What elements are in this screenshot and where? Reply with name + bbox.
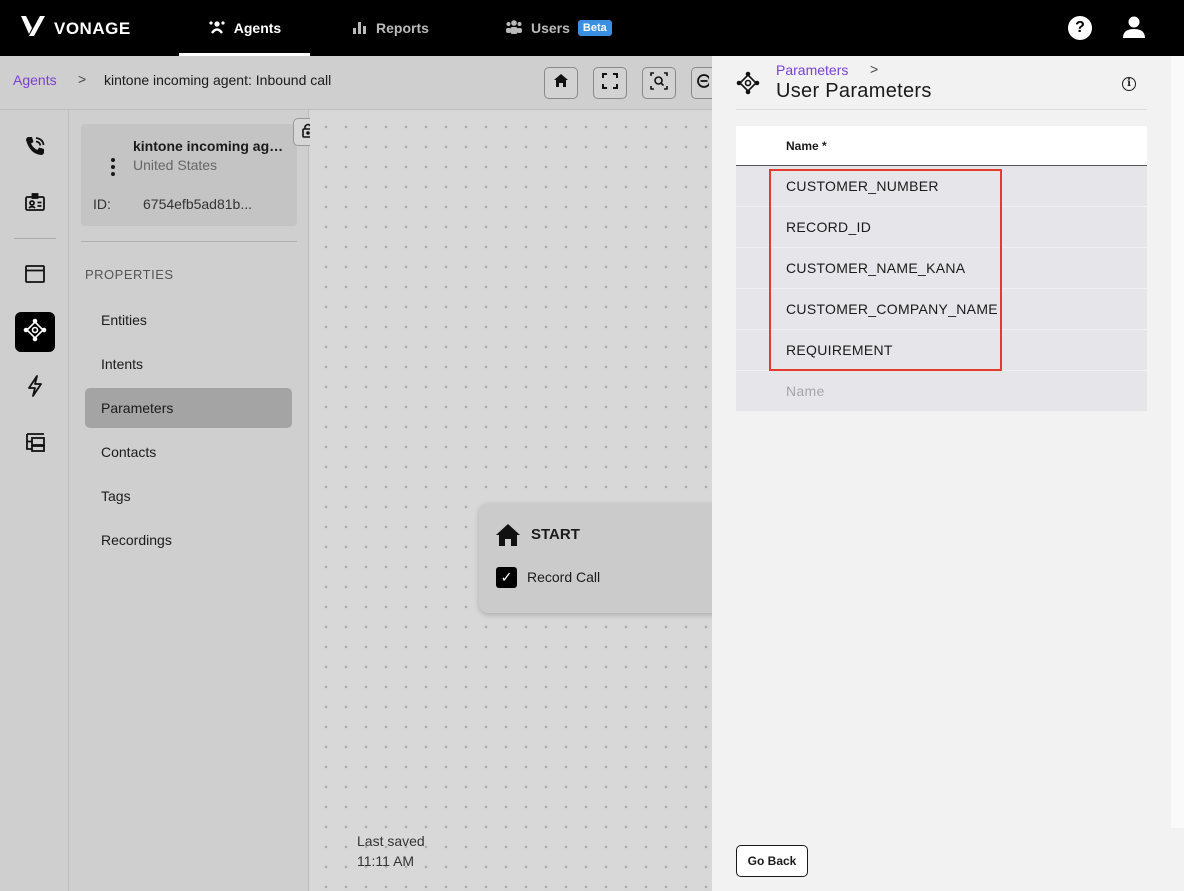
panel-title-divider	[736, 109, 1147, 110]
user-account-icon[interactable]	[1121, 14, 1147, 40]
breadcrumb-current: kintone incoming agent: Inbound call	[104, 72, 332, 88]
record-call-label: Record Call	[527, 569, 601, 585]
rail-item-agent-profile[interactable]	[15, 184, 55, 224]
left-icon-rail	[0, 110, 69, 891]
last-saved-label: Last saved	[357, 833, 425, 849]
highlight-annotation-box	[769, 169, 1002, 371]
id-card-icon	[24, 192, 46, 217]
panel-breadcrumb-separator: >	[870, 61, 879, 77]
nav-tab-label: Agents	[233, 20, 282, 36]
properties-item-intents[interactable]: Intents	[85, 344, 292, 384]
properties-item-tags[interactable]: Tags	[85, 476, 292, 516]
zoom-out-icon	[695, 73, 711, 94]
breadcrumb-separator: >	[78, 71, 87, 87]
user-parameters-panel: Parameters > User Parameters i Name * CU…	[712, 56, 1184, 891]
phone-icon	[24, 135, 46, 162]
agent-id-label: ID:	[93, 196, 111, 212]
table-header-name: Name *	[736, 126, 1147, 166]
properties-divider	[81, 241, 297, 242]
fullscreen-button[interactable]	[593, 67, 627, 99]
rail-item-window[interactable]	[15, 256, 55, 296]
vonage-logo[interactable]: VONAGE	[20, 14, 131, 43]
nav-tab-users[interactable]: Users Beta	[505, 0, 612, 56]
diamond-nodes-icon	[23, 318, 47, 347]
home-icon	[495, 523, 521, 552]
nav-tab-label: Reports	[376, 20, 429, 36]
flow-canvas[interactable]: START ✓ Record Call Last saved 11:11 AM	[310, 111, 739, 891]
info-icon[interactable]: i	[1122, 77, 1136, 91]
properties-item-parameters[interactable]: Parameters	[85, 388, 292, 428]
panel-title: User Parameters	[776, 80, 932, 102]
fullscreen-icon	[602, 72, 618, 94]
tree-icon	[24, 432, 46, 457]
properties-item-contacts[interactable]: Contacts	[85, 432, 292, 472]
rail-item-structure[interactable]	[15, 424, 55, 464]
properties-heading: PROPERTIES	[85, 267, 174, 282]
nav-tab-label: Users	[531, 20, 570, 36]
breadcrumb-agents-link[interactable]: Agents	[13, 72, 57, 88]
rail-item-actions[interactable]	[15, 368, 55, 408]
diamond-nodes-icon	[736, 71, 760, 100]
zoom-fit-button[interactable]	[642, 67, 676, 99]
more-options-icon[interactable]	[111, 158, 115, 179]
window-icon	[24, 264, 46, 289]
last-saved-time: 11:11 AM	[357, 853, 415, 869]
last-saved-status: Last saved 11:11 AM	[357, 831, 425, 871]
top-navigation-bar: VONAGE Agents Reports Users Beta ?	[0, 0, 1184, 56]
zoom-out-button[interactable]	[691, 67, 712, 99]
agents-icon	[208, 19, 226, 38]
start-node-title: START	[531, 526, 580, 543]
panel-breadcrumb-parameters[interactable]: Parameters	[776, 62, 848, 78]
brand-name: VONAGE	[54, 18, 131, 38]
rail-item-properties[interactable]	[15, 312, 55, 352]
help-icon[interactable]: ?	[1068, 16, 1092, 40]
agent-country: United States	[133, 157, 218, 173]
panel-scrollbar[interactable]	[1171, 56, 1184, 828]
users-icon	[505, 19, 523, 38]
bar-chart-icon	[352, 19, 368, 38]
beta-badge: Beta	[577, 20, 612, 36]
properties-item-recordings[interactable]: Recordings	[85, 520, 292, 560]
rail-divider	[14, 238, 56, 239]
start-node[interactable]: START ✓ Record Call	[479, 503, 739, 613]
agent-name: kintone incoming agent	[133, 138, 289, 154]
properties-item-entities[interactable]: Entities	[85, 300, 292, 340]
breadcrumb: Agents > kintone incoming agent: Inbound…	[0, 56, 712, 110]
lightning-icon	[26, 374, 44, 402]
new-parameter-input[interactable]: Name	[736, 371, 1147, 412]
agent-card: kintone incoming agent United States ID:…	[81, 124, 297, 226]
zoom-fit-icon	[650, 71, 668, 95]
record-call-checkbox[interactable]: ✓	[496, 567, 517, 588]
nav-tab-agents[interactable]: Agents	[179, 0, 310, 56]
agent-id-value: 6754efb5ad81b...	[143, 196, 252, 212]
vonage-v-icon	[20, 14, 46, 43]
nav-tab-reports[interactable]: Reports	[352, 0, 429, 56]
go-back-button[interactable]: Go Back	[736, 845, 808, 877]
rail-item-call-flow[interactable]	[15, 128, 55, 168]
home-icon	[553, 73, 569, 93]
properties-panel: kintone incoming agent United States ID:…	[69, 110, 323, 891]
home-button[interactable]	[544, 67, 578, 99]
